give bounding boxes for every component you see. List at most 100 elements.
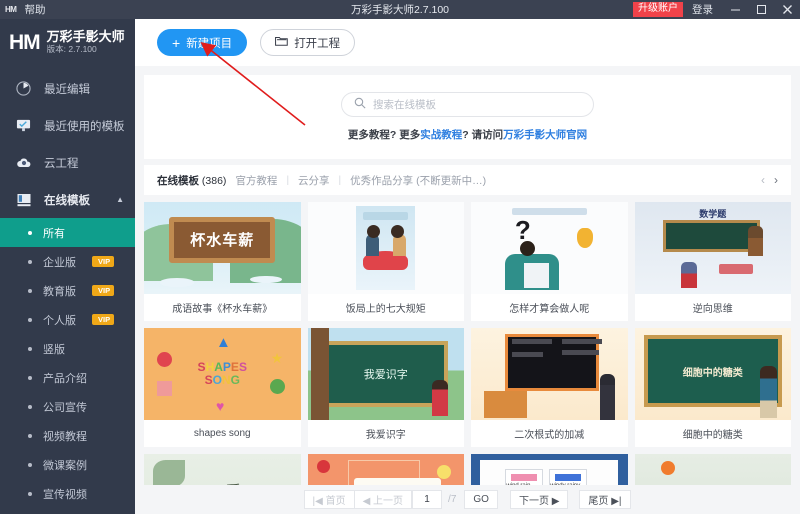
vip-badge: VIP bbox=[92, 314, 115, 325]
chevron-right-icon[interactable]: › bbox=[774, 173, 778, 187]
sidebar-item-product-intro[interactable]: 产品介绍 bbox=[0, 363, 135, 392]
bullet-icon bbox=[28, 259, 32, 264]
pagination-next[interactable]: 下一页 ▶ bbox=[509, 490, 569, 509]
sidebar-item-cloud-project[interactable]: 云工程 bbox=[0, 144, 135, 181]
template-thumbnail: 如何计算 平行四边形面积 △ bbox=[307, 454, 464, 487]
sidebar-sublabel-promo-video: 宣传视频 bbox=[43, 488, 87, 501]
template-card[interactable]: 如何计算 平行四边形面积 △ bbox=[307, 454, 464, 487]
sidebar-item-recent-template[interactable]: 最近使用的模板 bbox=[0, 107, 135, 144]
sidebar-item-vertical[interactable]: 竖版 bbox=[0, 334, 135, 363]
sidebar-item-recent-edit[interactable]: 最近编辑 bbox=[0, 70, 135, 107]
promo-middle: ? 请访问 bbox=[462, 129, 504, 141]
pagination: |◀ 首页 ◀ 上一页 /7 GO 下一页 ▶ 尾页 ▶| bbox=[135, 485, 800, 514]
thumbnail-text: 我爱识字 bbox=[323, 340, 449, 408]
upgrade-account-button[interactable]: 升级账户 bbox=[633, 2, 683, 17]
template-thumbnail: 《饮湖上初晴后雨 bbox=[634, 454, 791, 487]
sidebar-sublabel-enterprise: 企业版 bbox=[43, 256, 76, 269]
template-card[interactable]: wind rain cloud windy rainy cloudy bbox=[471, 454, 628, 487]
tab-divider: | bbox=[338, 174, 342, 186]
tab-cloud-share[interactable]: 云分享 bbox=[298, 173, 330, 188]
template-thumbnail: wind rain cloud windy rainy cloudy bbox=[471, 454, 628, 487]
sidebar-item-personal[interactable]: 个人版 VIP bbox=[0, 305, 135, 334]
template-card[interactable]: 饭局上的七大规矩 bbox=[307, 202, 464, 321]
template-card[interactable]: 我爱识字 我爱识字 bbox=[307, 328, 464, 447]
promo-link-website[interactable]: 万彩手影大师官网 bbox=[503, 129, 587, 141]
bullet-icon bbox=[28, 230, 32, 235]
pagination-first[interactable]: |◀ 首页 bbox=[303, 490, 355, 509]
template-title: 成语故事《杯水车薪》 bbox=[172, 304, 273, 315]
sidebar-sublabel-video-tutorial: 视频教程 bbox=[43, 430, 87, 443]
tab-official-tutorial[interactable]: 官方教程 bbox=[235, 173, 277, 188]
main-content: + 新建项目 打开工程 更多教程? 更多实战教程? 请访问万彩手影大师官网 bbox=[135, 19, 800, 514]
brand-version: 版本: 2.7.100 bbox=[46, 44, 97, 55]
recent-template-icon bbox=[15, 117, 32, 134]
plus-icon: + bbox=[172, 34, 181, 51]
template-title: shapes song bbox=[193, 428, 251, 439]
search-box[interactable] bbox=[341, 92, 594, 117]
sidebar-item-microclass-case[interactable]: 微课案例 bbox=[0, 450, 135, 479]
app-window: HM 帮助 万彩手影大师2.7.100 升级账户 登录 HM 万彩手影大师 版本… bbox=[0, 0, 800, 514]
sidebar-sublist: 所有 企业版 VIP 教育版 VIP 个人版 VIP 竖版 产品介绍 公司宣传 … bbox=[0, 218, 135, 514]
bullet-icon bbox=[28, 375, 32, 380]
title-bar: HM 帮助 万彩手影大师2.7.100 升级账户 登录 bbox=[0, 0, 800, 19]
template-thumbnail: SHAPES SONG ★ ▲ ♥ bbox=[144, 328, 301, 420]
pagination-go-button[interactable]: GO bbox=[464, 490, 498, 509]
template-title: 怎样才算会做人呢 bbox=[509, 304, 590, 315]
menu-help[interactable]: 帮助 bbox=[24, 2, 45, 17]
tab-excellent-works[interactable]: 优秀作品分享 (不断更新中…) bbox=[350, 173, 486, 188]
sidebar-item-promo-video[interactable]: 宣传视频 bbox=[0, 479, 135, 508]
promo-prefix: 更多教程? 更多 bbox=[347, 129, 421, 141]
cloud-icon bbox=[15, 154, 32, 171]
close-icon[interactable] bbox=[774, 0, 800, 19]
app-logo-icon: HM bbox=[5, 5, 17, 14]
brand-text: 万彩手影大师 版本: 2.7.100 bbox=[46, 29, 125, 55]
money-icon bbox=[577, 227, 594, 248]
title-bar-left: HM 帮助 bbox=[0, 2, 45, 17]
online-template-icon bbox=[15, 191, 32, 208]
template-card[interactable]: SHAPES SONG ★ ▲ ♥ shapes song bbox=[144, 328, 301, 447]
chevron-up-icon[interactable]: ▲ bbox=[116, 195, 124, 204]
template-card[interactable]: 杯水车薪 成语故事《杯水车薪》 bbox=[144, 202, 301, 321]
bullet-icon bbox=[28, 288, 32, 293]
sidebar-item-online-template[interactable]: 在线模板 ▲ bbox=[0, 181, 135, 218]
tabs-bar: 在线模板 (386) 官方教程 | 云分享 | 优秀作品分享 (不断更新中…) … bbox=[144, 165, 791, 195]
open-project-button[interactable]: 打开工程 bbox=[260, 29, 356, 56]
template-thumbnail: 杯水车薪 bbox=[144, 202, 301, 294]
bullet-icon bbox=[28, 317, 32, 322]
pagination-last[interactable]: 尾页 ▶| bbox=[579, 490, 631, 509]
template-thumbnail: 细胞中的糖类 bbox=[634, 328, 791, 420]
sidebar-item-all[interactable]: 所有 bbox=[0, 218, 135, 247]
sidebar-item-selfmedia-case[interactable]: 自媒体案例 bbox=[0, 508, 135, 514]
sidebar-item-video-tutorial[interactable]: 视频教程 bbox=[0, 421, 135, 450]
search-input[interactable] bbox=[373, 98, 581, 111]
tab-online-template[interactable]: 在线模板 (386) bbox=[157, 173, 226, 188]
brand-logo-icon: HM bbox=[9, 31, 41, 54]
login-button[interactable]: 登录 bbox=[683, 2, 722, 17]
pagination-prev[interactable]: ◀ 上一页 bbox=[353, 490, 413, 509]
sidebar-item-enterprise[interactable]: 企业版 VIP bbox=[0, 247, 135, 276]
sidebar-sublabel-personal: 个人版 bbox=[43, 314, 76, 327]
pagination-page-input[interactable] bbox=[412, 490, 443, 509]
sun-icon bbox=[661, 461, 676, 476]
template-title: 饭局上的七大规矩 bbox=[345, 304, 426, 315]
template-card[interactable]: 数学题 逆向思维 bbox=[634, 202, 791, 321]
sidebar-sublabel-microclass-case: 微课案例 bbox=[43, 459, 87, 472]
template-card[interactable]: ? 怎样才算会做人呢 bbox=[471, 202, 628, 321]
maximize-icon[interactable] bbox=[748, 0, 774, 19]
sidebar-sublabel-company-promo: 公司宣传 bbox=[43, 401, 87, 414]
promo-link-tutorial[interactable]: 实战教程 bbox=[420, 129, 462, 141]
bullet-icon bbox=[28, 404, 32, 409]
sidebar-item-education[interactable]: 教育版 VIP bbox=[0, 276, 135, 305]
chevron-left-icon[interactable]: ‹ bbox=[761, 173, 765, 187]
bullet-icon bbox=[28, 462, 32, 467]
template-card[interactable]: 爱 bbox=[144, 454, 301, 487]
sidebar-label-online-template: 在线模板 bbox=[44, 194, 90, 207]
sidebar-item-company-promo[interactable]: 公司宣传 bbox=[0, 392, 135, 421]
template-title: 我爱识字 bbox=[365, 430, 406, 441]
minimize-icon[interactable] bbox=[722, 0, 748, 19]
template-card[interactable]: 二次根式的加减 bbox=[471, 328, 628, 447]
template-title: 细胞中的糖类 bbox=[682, 430, 743, 441]
new-project-button[interactable]: + 新建项目 bbox=[157, 29, 248, 56]
template-card[interactable]: 细胞中的糖类 细胞中的糖类 bbox=[634, 328, 791, 447]
template-card[interactable]: 《饮湖上初晴后雨 bbox=[634, 454, 791, 487]
